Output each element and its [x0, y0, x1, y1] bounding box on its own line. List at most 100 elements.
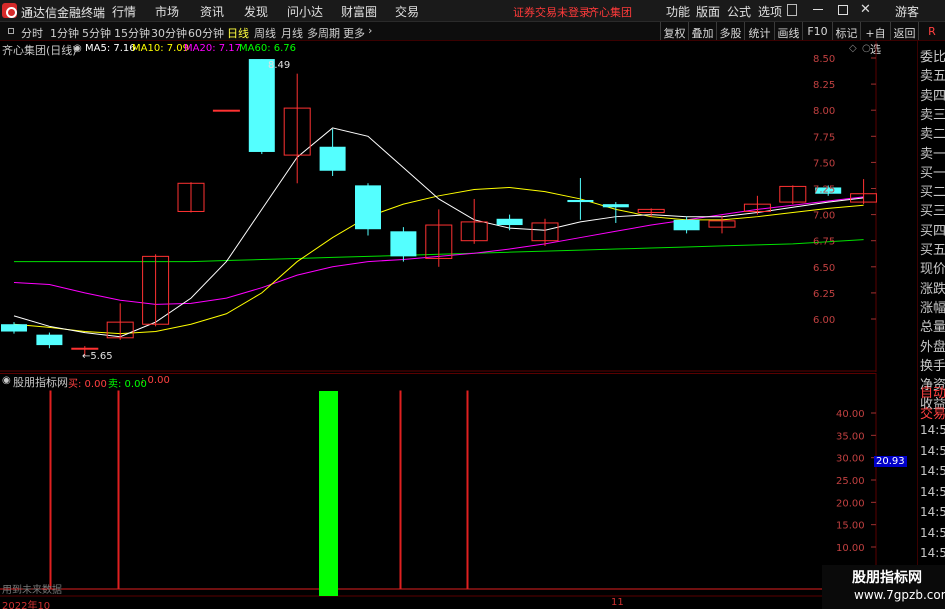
menu-market[interactable]: 市场 [155, 3, 179, 20]
minimize-icon[interactable] [813, 9, 823, 10]
period-weekly[interactable]: 周线 [254, 25, 276, 41]
candle-body [602, 204, 629, 208]
side-panel-item[interactable]: 卖三 [920, 104, 945, 123]
close-icon[interactable]: ✕ [860, 2, 871, 17]
period-15min[interactable]: 15分钟 [114, 25, 150, 41]
side-panel-item[interactable]: 卖五 [920, 65, 945, 84]
date-axis-start: 2022年10 [2, 601, 51, 609]
side-panel-item[interactable]: 14:56 [920, 444, 945, 458]
side-panel-item[interactable]: 涨跌 [920, 278, 945, 297]
right-panel-toggle[interactable]: R [918, 22, 945, 40]
side-panel-item[interactable]: 14:56 [920, 505, 945, 519]
side-panel-item[interactable]: 买四 [920, 220, 945, 239]
side-panel-item[interactable]: 外盘 [920, 336, 945, 355]
side-panel-item[interactable]: 卖四 [920, 85, 945, 104]
period-multi[interactable]: 多周期 [307, 25, 340, 41]
menu-options[interactable]: 选项 [758, 3, 782, 20]
period-daily[interactable]: 日线 [227, 25, 249, 41]
tool-adjust-rights[interactable]: 复权 [660, 22, 688, 40]
candle-body [567, 199, 594, 203]
notice-icon[interactable] [787, 4, 797, 16]
period-60min[interactable]: 60分钟 [188, 25, 224, 41]
indicator-tick-label: 25.00 [836, 476, 865, 487]
indicator-buy-bar [319, 391, 338, 596]
indicator-tick-label: 15.00 [836, 521, 865, 532]
side-panel-item[interactable]: 14:56 [920, 464, 945, 478]
indicator-chart-panel[interactable]: 40.00 35.00 30.00 25.00 20.00 15.00 10.00 ◉ 股朋… [0, 373, 907, 609]
app-logo-icon [2, 3, 17, 18]
candle-body [36, 334, 63, 346]
indicator-buy-value: 买: 0.00 [68, 379, 107, 390]
future-data-note: 用到未来数据 [2, 585, 62, 596]
menu-formula[interactable]: 公式 [727, 3, 751, 20]
chevron-right-icon[interactable]: › [368, 24, 372, 37]
side-panel-item[interactable]: 自动 [920, 382, 945, 401]
side-panel-item[interactable]: 买一 [920, 162, 945, 181]
menu-trade[interactable]: 交易 [395, 3, 419, 20]
side-panel-item[interactable]: 总量 [920, 316, 945, 335]
menu-discover[interactable]: 发现 [244, 3, 268, 20]
toolbar-toggle-icon[interactable] [8, 28, 14, 34]
side-panel-item[interactable]: 换手 [920, 355, 945, 374]
period-30min[interactable]: 30分钟 [151, 25, 187, 41]
high-price-label: 8.49 [268, 60, 290, 71]
candle-body [390, 231, 417, 257]
candle-body [212, 109, 240, 112]
period-monthly[interactable]: 月线 [281, 25, 303, 41]
side-panel-item[interactable]: 涨幅 [920, 297, 945, 316]
period-toolbar: 分时 1分钟 5分钟 15分钟 30分钟 60分钟 日线 周线 月线 多周期 更… [0, 22, 945, 56]
side-panel-item[interactable]: 交易 [920, 403, 945, 422]
tool-draw-line[interactable]: 画线 [774, 22, 802, 40]
menu-quotes[interactable]: 行情 [112, 3, 136, 20]
side-panel-item[interactable]: 14:56 [920, 526, 945, 540]
ma10-label: MA10: 7.09 [132, 43, 190, 54]
chart-close-icon[interactable]: ○ [862, 43, 871, 54]
side-panel-item[interactable]: 卖二 [920, 123, 945, 142]
kline-chart-panel[interactable]: 8.49 ←5.65 8.50 8.25 8.00 7.75 7.50 7.25 7.00 6.… [0, 41, 878, 372]
login-status[interactable]: 证券交易未登录 [513, 4, 590, 20]
price-tick-label: 8.25 [813, 80, 835, 91]
period-more[interactable]: 更多 [343, 25, 365, 41]
indicator-settings-icon[interactable]: ◉ [2, 375, 11, 386]
chart-settings-icon[interactable]: ◉ [73, 43, 82, 54]
quote-side-panel[interactable]: 委比 卖五 卖四 卖三 卖二 卖一 买一 买二 买三 买四 买五 现价 涨跌 涨幅 总量 外盘 换手 净资 收益 自动… [917, 41, 945, 609]
period-tick[interactable]: 分时 [21, 25, 43, 41]
side-panel-item[interactable]: 14:56 [920, 485, 945, 499]
ma60-label: MA60: 6.76 [239, 43, 297, 54]
chart-expand-icon[interactable]: ◇ [849, 43, 857, 54]
low-price-label: ←5.65 [82, 351, 113, 362]
tool-multi-stock[interactable]: 多股 [716, 22, 744, 40]
side-panel-item[interactable]: 买三 [920, 200, 945, 219]
price-tick-label: 8.50 [813, 54, 835, 65]
side-panel-item[interactable]: 买五 [920, 239, 945, 258]
side-panel-item[interactable]: 14:56 [920, 546, 945, 560]
kline-chart[interactable]: 8.49 ←5.65 8.50 8.25 8.00 7.75 7.50 7.25 7.00 6.… [0, 41, 878, 372]
side-panel-item[interactable]: 现价 [920, 258, 945, 277]
tool-back[interactable]: 返回 [890, 22, 918, 40]
menu-layout[interactable]: 版面 [696, 3, 720, 20]
menu-wealth-circle[interactable]: 财富圈 [341, 3, 377, 20]
menu-news[interactable]: 资讯 [200, 3, 224, 20]
indicator-chart[interactable]: 40.00 35.00 30.00 25.00 20.00 15.00 10.00 [0, 373, 877, 609]
menu-function[interactable]: 功能 [666, 3, 690, 20]
tool-add-watchlist[interactable]: +自选 [860, 22, 890, 56]
maximize-icon[interactable] [838, 5, 848, 15]
price-tick-label: 6.25 [813, 289, 835, 300]
side-panel-item[interactable]: 委比 [920, 46, 945, 65]
side-panel-item[interactable]: 买二 [920, 181, 945, 200]
period-1min[interactable]: 1分钟 [50, 25, 79, 41]
candle-body [319, 146, 346, 171]
side-panel-item[interactable]: 14:56 [920, 423, 945, 437]
price-tick-label: 6.50 [813, 263, 835, 274]
tool-f10[interactable]: F10 [802, 22, 832, 40]
period-5min[interactable]: 5分钟 [82, 25, 111, 41]
watermark-title: 股朋指标网 [852, 570, 922, 586]
side-panel-item[interactable]: 卖一 [920, 143, 945, 162]
guest-user[interactable]: 游客 [895, 3, 919, 20]
menu-wenxiaoda[interactable]: 问小达 [287, 3, 323, 20]
indicator-tick-label: 20.00 [836, 498, 865, 509]
tool-mark[interactable]: 标记 [832, 22, 860, 40]
tool-statistics[interactable]: 统计 [744, 22, 774, 40]
candle-body [673, 219, 700, 231]
tool-overlay[interactable]: 叠加 [688, 22, 716, 40]
